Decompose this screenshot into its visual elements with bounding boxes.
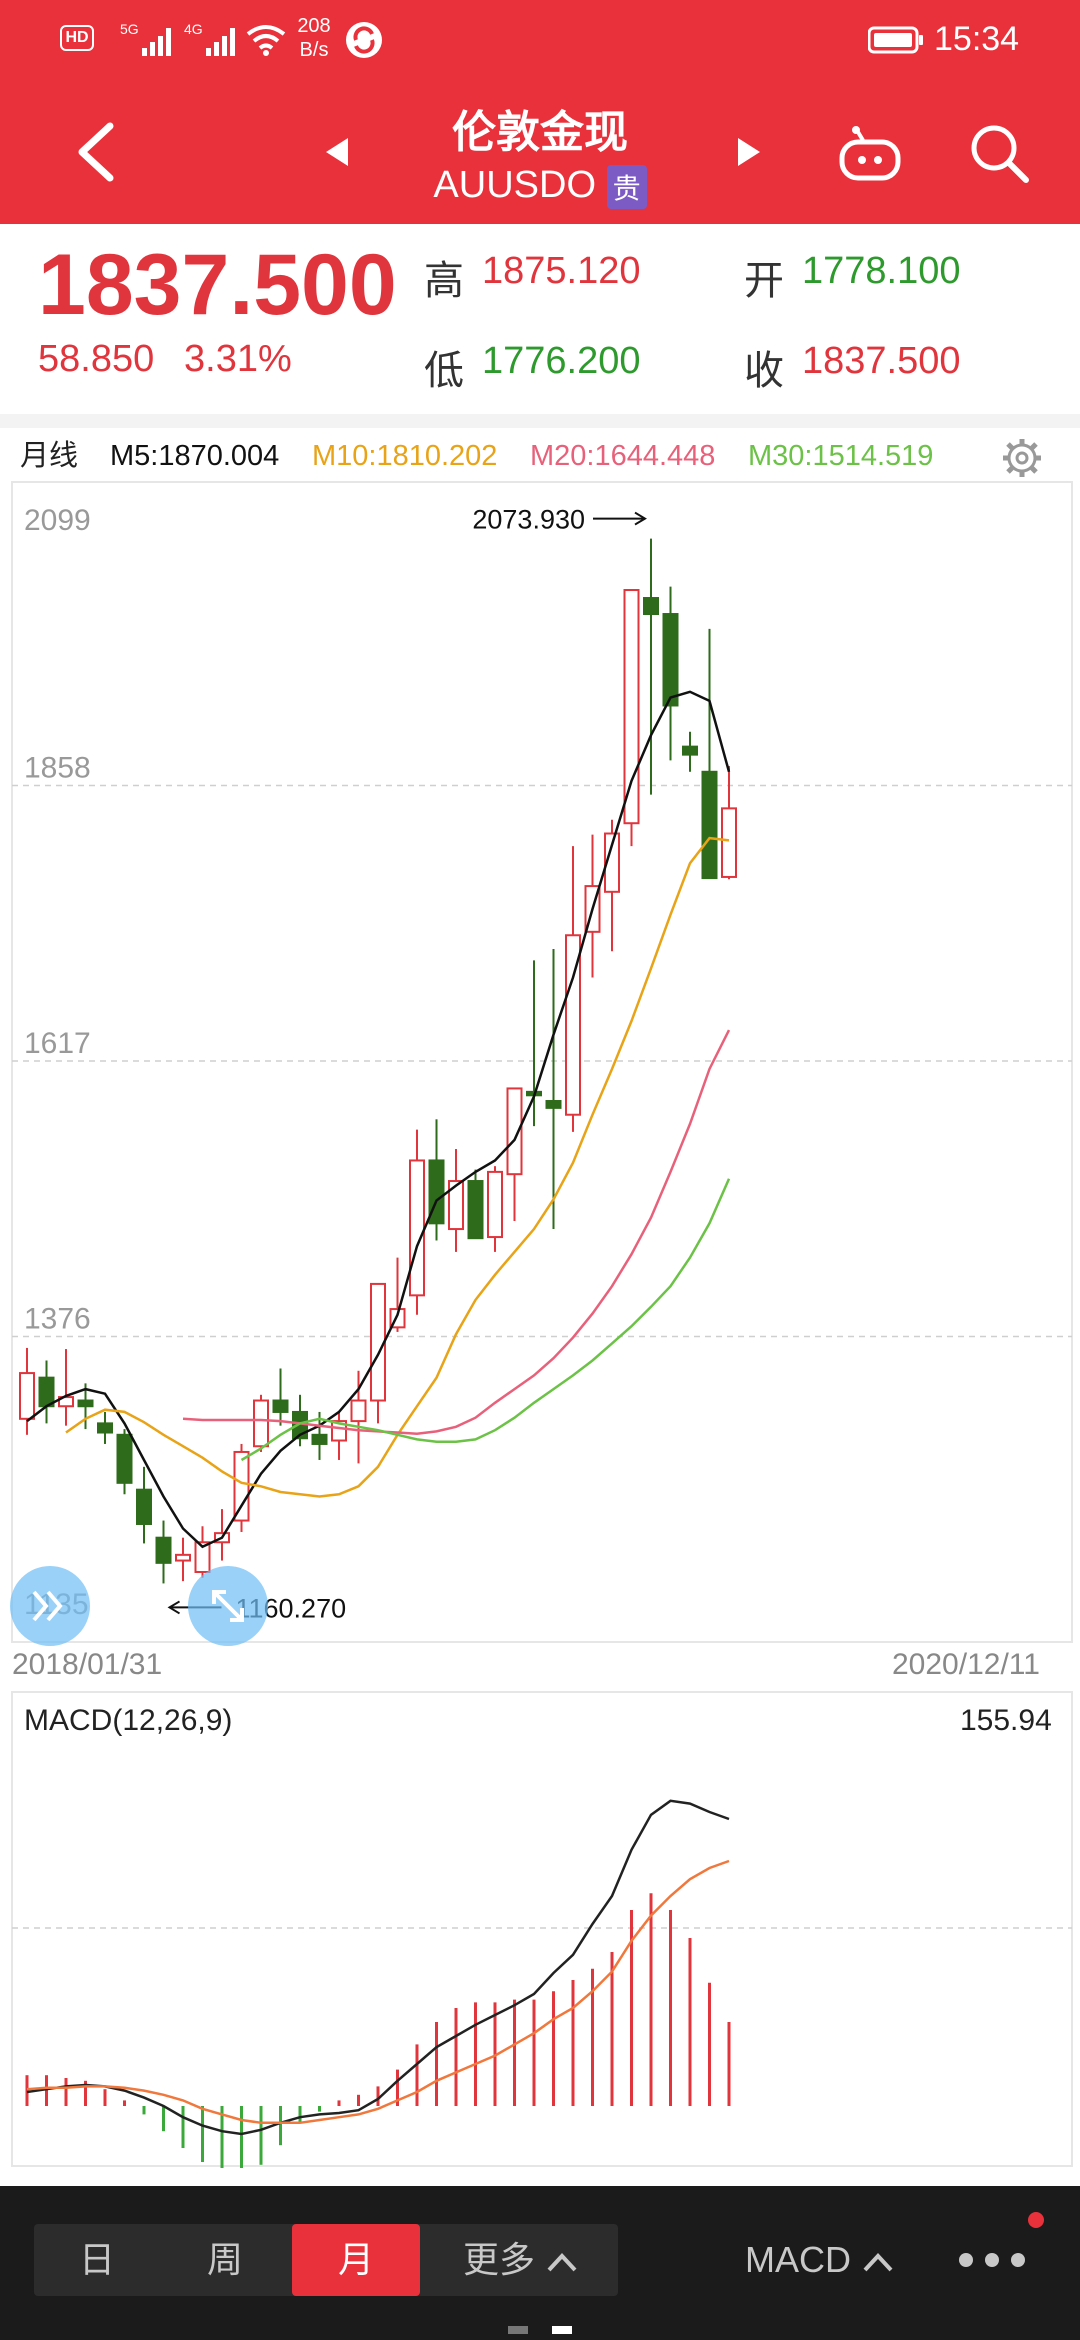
- symbol-row: AUUSDO 贵: [390, 164, 690, 209]
- search-button[interactable]: [964, 118, 1034, 188]
- chevron-up-icon: [863, 2253, 893, 2272]
- quote-panel: 1837.500 58.850 3.31% 高 1875.120 开 1778.…: [0, 224, 1080, 414]
- next-symbol-button[interactable]: [728, 132, 768, 172]
- y-tick-label: 1376: [24, 1303, 91, 1336]
- chevron-up-icon: [547, 2253, 577, 2272]
- candle-body: [38, 1376, 55, 1408]
- y-tick-label: 1617: [24, 1027, 91, 1060]
- divider: [0, 414, 1080, 428]
- svg-text:5G: 5G: [120, 22, 139, 37]
- macd-frame: [11, 1691, 1073, 2167]
- candle-body: [311, 1433, 328, 1445]
- high-label: 高: [424, 259, 464, 303]
- prev-symbol-button[interactable]: [318, 132, 358, 172]
- page-title: 伦敦金现: [452, 108, 628, 157]
- x-axis-start-label: 2018/01/31: [12, 1648, 163, 1681]
- candle-body: [233, 1450, 250, 1522]
- macd-title: MACD(12,26,9): [24, 1704, 233, 1737]
- y-tick-label: 1858: [24, 752, 91, 785]
- signal-4g-icon: 4G: [184, 21, 240, 58]
- hd-icon: HD: [60, 25, 94, 51]
- category-badge: 贵: [606, 164, 647, 209]
- close-value: 1837.500: [802, 340, 961, 382]
- candle-body: [545, 1100, 562, 1109]
- status-bar: HD 5G 4G 208 B/s 15:34: [0, 0, 1080, 80]
- open-value: 1778.100: [802, 250, 961, 292]
- close-label: 收: [744, 349, 784, 393]
- x-axis-end-label: 2020/12/11: [892, 1648, 1040, 1681]
- tab-day[interactable]: 日: [34, 2224, 160, 2296]
- expand-arrows-icon: [212, 1590, 244, 1622]
- double-chevron-right-icon: [32, 1590, 63, 1622]
- candle-body: [682, 745, 698, 756]
- triangle-left-icon: [326, 138, 348, 166]
- candle-body: [19, 1372, 35, 1420]
- expand-panel-button[interactable]: [10, 1566, 90, 1646]
- indicator-label: MACD: [744, 2239, 851, 2280]
- candle-body: [350, 1399, 367, 1423]
- page-indicator: [504, 2326, 576, 2336]
- price-change-pct: 3.31%: [184, 338, 292, 380]
- max-price-label: 2073.930: [472, 505, 585, 535]
- net-speed: 208 B/s: [297, 15, 331, 61]
- candle-body: [272, 1399, 289, 1413]
- more-menu-button[interactable]: [952, 2232, 1032, 2288]
- candle-body: [155, 1536, 172, 1564]
- clock: 15:34: [934, 20, 1020, 58]
- candle-body: [701, 770, 718, 880]
- macd-value: 155.94: [960, 1704, 1052, 1737]
- candle-body: [253, 1399, 269, 1448]
- y-tick-label: 2099: [24, 504, 91, 537]
- robot-icon: [839, 126, 901, 181]
- chart-frame: [11, 481, 1073, 1643]
- fullscreen-button[interactable]: [188, 1566, 268, 1646]
- candle-body: [409, 1159, 425, 1297]
- robot-assistant-button[interactable]: [836, 118, 906, 188]
- svg-text:4G: 4G: [184, 22, 203, 37]
- candle-body: [643, 597, 659, 616]
- search-icon: [971, 125, 1029, 183]
- battery-icon: [867, 26, 924, 54]
- bottom-toolbar: 日 周 月 更多 MACD: [0, 2186, 1080, 2340]
- title-bar: HD 5G 4G 208 B/s 15:34 伦敦金现 AUUSDO 贵: [0, 0, 1080, 224]
- back-button[interactable]: [60, 112, 130, 192]
- wifi-icon: [246, 22, 286, 58]
- candle-body: [116, 1433, 133, 1484]
- macd-chart[interactable]: [0, 1688, 1080, 2168]
- candle-body: [623, 589, 640, 825]
- price-change: 58.850: [38, 338, 155, 380]
- ma-line-m10: [65, 836, 730, 1498]
- candle-body: [136, 1488, 152, 1525]
- more-dots-icon: [959, 2253, 1025, 2267]
- symbol-code: AUUSDO: [433, 164, 596, 206]
- indicator-selector[interactable]: MACD: [730, 2224, 910, 2296]
- low-label: 低: [424, 349, 464, 393]
- dea-line: [26, 1859, 730, 2125]
- candle-body: [662, 613, 679, 707]
- tab-more-label: 更多: [462, 2239, 535, 2280]
- ma-line-m30: [240, 1178, 731, 1462]
- dif-line: [26, 1799, 730, 2136]
- notification-dot: [1028, 2212, 1044, 2228]
- candlestick-chart[interactable]: 209918581617137611352073.9301160.270: [0, 470, 1080, 1690]
- app-sync-icon: [346, 22, 382, 58]
- candle-body: [97, 1422, 113, 1434]
- triangle-right-icon: [738, 138, 760, 166]
- low-value: 1776.200: [482, 340, 641, 382]
- high-value: 1875.120: [482, 250, 641, 292]
- tab-month[interactable]: 月: [292, 2224, 420, 2296]
- last-price: 1837.500: [38, 237, 397, 333]
- candle-body: [467, 1180, 484, 1240]
- candle-body: [487, 1170, 503, 1239]
- candle-body: [77, 1399, 94, 1408]
- candle-body: [721, 807, 737, 878]
- tab-week[interactable]: 周: [160, 2224, 290, 2296]
- open-label: 开: [744, 259, 784, 303]
- candle-body: [175, 1553, 191, 1562]
- chevron-left-icon: [78, 122, 114, 182]
- tab-more[interactable]: 更多: [426, 2224, 616, 2296]
- signal-5g-icon: 5G: [120, 21, 176, 58]
